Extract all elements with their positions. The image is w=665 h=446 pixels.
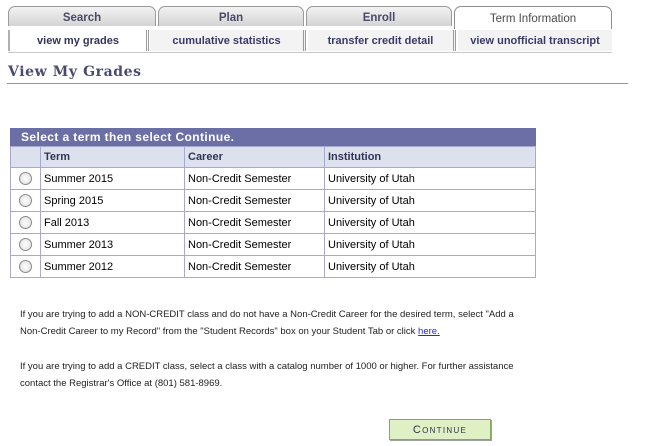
tab-term-information[interactable]: Term Information (454, 6, 612, 29)
subtab-cumulative-statistics[interactable]: cumulative statistics (150, 30, 306, 51)
institution-cell: University of Utah (324, 233, 536, 256)
term-cell: Spring 2015 (40, 189, 185, 212)
institution-cell: University of Utah (324, 255, 536, 278)
term-radio-button[interactable] (19, 216, 32, 229)
table-row: Summer 2013 Non-Credit Semester Universi… (10, 233, 536, 256)
subtab-view-my-grades[interactable]: view my grades (8, 30, 149, 51)
institution-cell: University of Utah (324, 211, 536, 234)
sub-navigation: view my grades cumulative statistics tra… (8, 30, 612, 53)
term-cell: Summer 2015 (40, 167, 185, 190)
institution-cell: University of Utah (324, 167, 536, 190)
career-cell: Non-Credit Semester (184, 255, 325, 278)
term-column-header: Term (40, 146, 185, 168)
institution-column-header: Institution (324, 146, 536, 168)
table-row: Spring 2015 Non-Credit Semester Universi… (10, 189, 536, 212)
continue-button[interactable]: Continue (389, 419, 491, 440)
term-cell: Fall 2013 (40, 211, 185, 234)
subtab-transfer-credit-detail[interactable]: transfer credit detail (308, 30, 456, 51)
career-cell: Non-Credit Semester (184, 167, 325, 190)
tab-enroll[interactable]: Enroll (306, 6, 452, 26)
select-cell (10, 189, 41, 212)
page-title: View My Grades (8, 64, 142, 80)
credit-help-text: If you are trying to add a CREDIT class,… (20, 361, 514, 389)
grid-instructions: Select a term then select Continue. (10, 128, 536, 146)
term-radio-button[interactable] (19, 260, 32, 273)
select-cell (10, 211, 41, 234)
select-cell (10, 167, 41, 190)
select-column-header (10, 146, 41, 168)
career-cell: Non-Credit Semester (184, 189, 325, 212)
term-cell: Summer 2013 (40, 233, 185, 256)
tab-plan[interactable]: Plan (158, 6, 304, 26)
table-header-row: Term Career Institution (10, 146, 536, 168)
term-radio-button[interactable] (19, 238, 32, 251)
term-radio-button[interactable] (19, 172, 32, 185)
career-cell: Non-Credit Semester (184, 211, 325, 234)
institution-cell: University of Utah (324, 189, 536, 212)
table-row: Fall 2013 Non-Credit Semester University… (10, 211, 536, 234)
term-selection-table: Term Career Institution Summer 2015 Non-… (10, 146, 536, 278)
tab-search[interactable]: Search (8, 6, 156, 26)
subtab-view-unofficial-transcript[interactable]: view unofficial transcript (458, 30, 612, 51)
table-row: Summer 2012 Non-Credit Semester Universi… (10, 255, 536, 278)
term-radio-button[interactable] (19, 194, 32, 207)
career-cell: Non-Credit Semester (184, 233, 325, 256)
select-cell (10, 233, 41, 256)
title-divider (7, 83, 628, 84)
table-row: Summer 2015 Non-Credit Semester Universi… (10, 167, 536, 190)
career-column-header: Career (184, 146, 325, 168)
select-cell (10, 255, 41, 278)
here-link[interactable]: here. (418, 326, 440, 337)
term-cell: Summer 2012 (40, 255, 185, 278)
noncredit-help-text: If you are trying to add a NON-CREDIT cl… (20, 309, 514, 337)
